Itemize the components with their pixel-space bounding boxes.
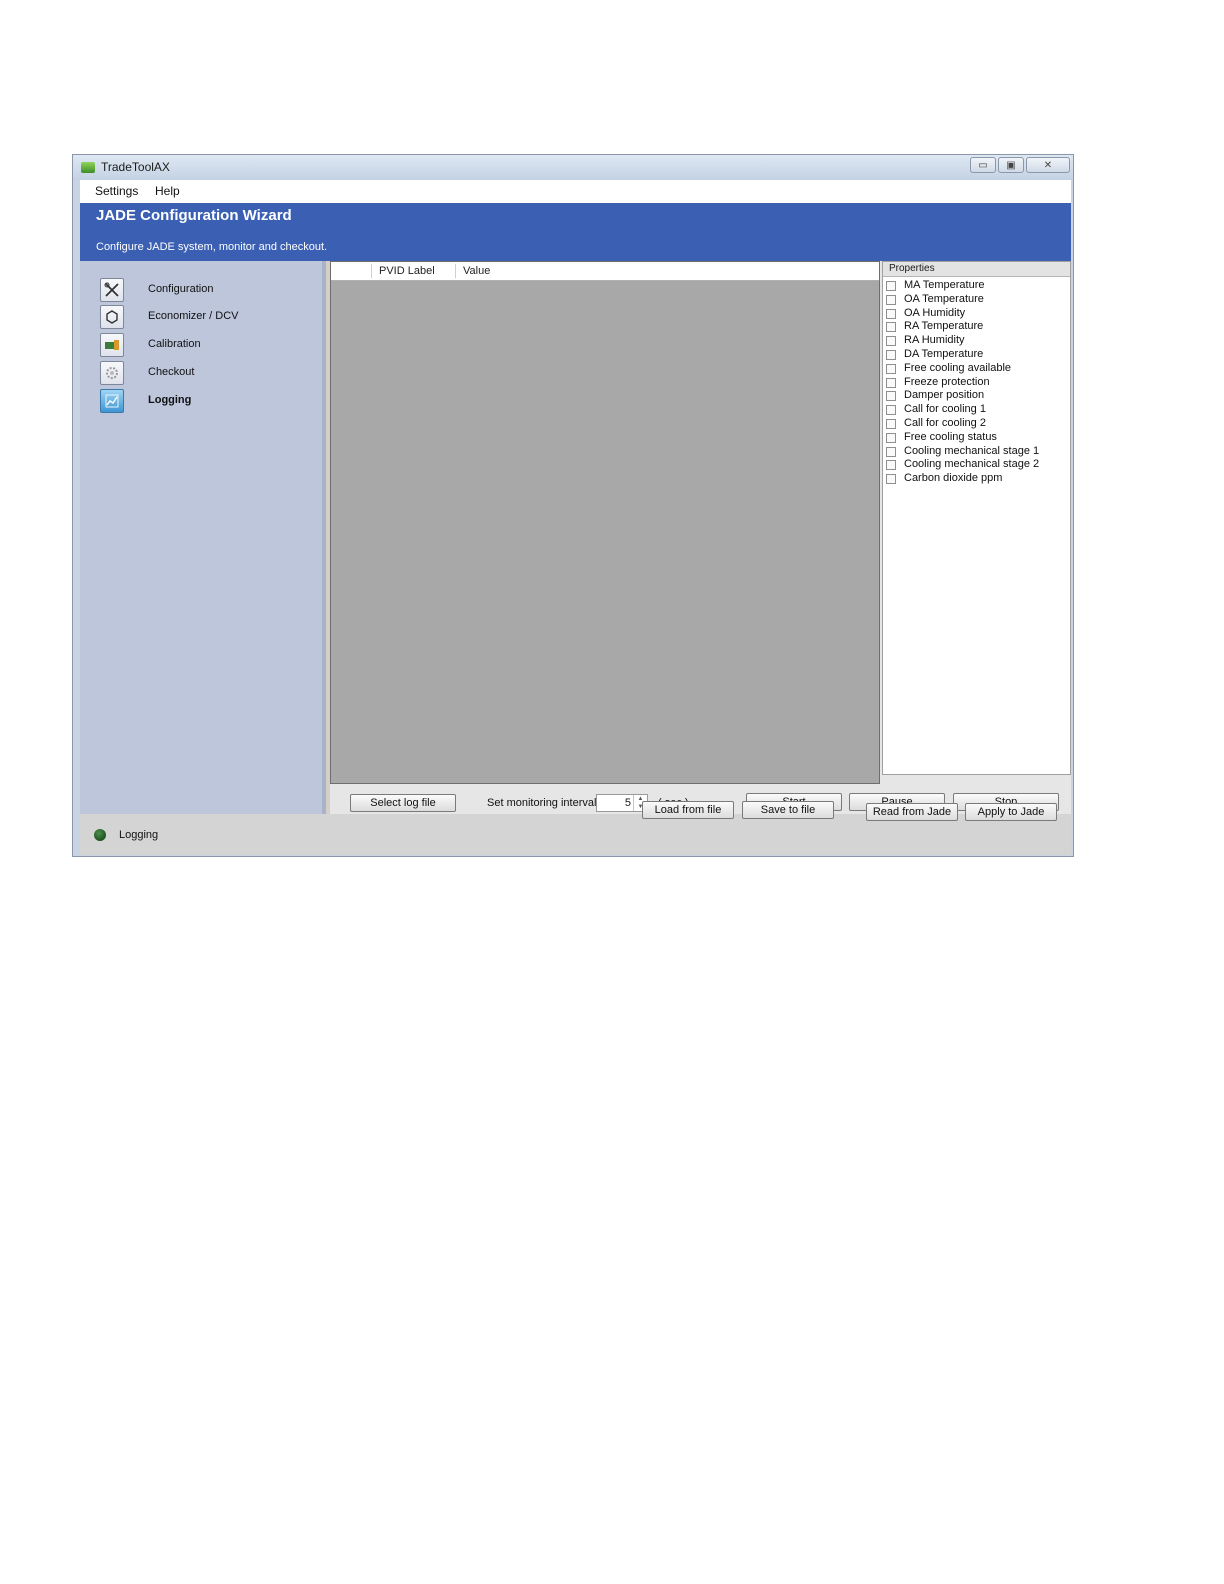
column-header-value[interactable]: Value	[463, 265, 490, 277]
property-checkbox[interactable]	[886, 474, 896, 485]
app-icon	[81, 162, 95, 173]
sidebar-item-label: Configuration	[148, 283, 214, 295]
sidebar-item-configuration[interactable]: Configuration	[100, 278, 310, 302]
property-label: Cooling mechanical stage 1	[904, 444, 1040, 457]
property-row[interactable]: Cooling mechanical stage 1	[886, 445, 1066, 459]
status-text: Logging	[119, 829, 159, 841]
title-bar[interactable]: TradeToolAX ▭ ▣ ✕	[73, 155, 1073, 180]
sidebar-item-label: Checkout	[148, 366, 195, 378]
economizer-icon	[100, 305, 124, 329]
property-row[interactable]: Freeze protection	[886, 376, 1066, 390]
property-checkbox[interactable]	[886, 405, 896, 416]
load-from-file-button[interactable]: Load from file	[642, 801, 734, 819]
property-label: Damper position	[904, 389, 985, 402]
property-label: RA Temperature	[904, 320, 984, 333]
property-row[interactable]: Damper position	[886, 389, 1066, 403]
read-from-jade-button[interactable]: Read from Jade	[866, 803, 958, 821]
maximize-button[interactable]: ▣	[998, 157, 1024, 173]
property-checkbox[interactable]	[886, 294, 896, 305]
property-row[interactable]: Free cooling status	[886, 431, 1066, 445]
apply-to-jade-button[interactable]: Apply to Jade	[965, 803, 1057, 821]
property-checkbox[interactable]	[886, 432, 896, 443]
sidebar-item-logging[interactable]: Logging	[100, 389, 310, 413]
status-bar: Logging Load from file Save to file Read…	[80, 801, 1071, 855]
status-led-icon	[94, 829, 106, 841]
property-label: Freeze protection	[904, 375, 990, 388]
property-checkbox[interactable]	[886, 322, 896, 333]
property-label: Free cooling status	[904, 430, 997, 443]
interval-label: Set monitoring interval	[487, 797, 597, 809]
save-to-file-button[interactable]: Save to file	[742, 801, 834, 819]
property-checkbox[interactable]	[886, 419, 896, 429]
menu-bar: Settings Help	[80, 180, 1071, 203]
property-row[interactable]: Call for cooling 2	[886, 417, 1066, 431]
property-checkbox[interactable]	[886, 350, 896, 360]
property-label: Carbon dioxide ppm	[904, 472, 1003, 485]
property-label: RA Humidity	[904, 334, 965, 347]
property-row[interactable]: MA Temperature	[886, 279, 1066, 293]
tools-icon	[100, 278, 124, 302]
property-checkbox[interactable]	[886, 308, 896, 319]
logging-icon	[100, 389, 124, 413]
column-separator	[371, 264, 372, 278]
property-checkbox[interactable]	[886, 363, 896, 374]
property-label: MA Temperature	[904, 279, 985, 291]
property-row[interactable]: RA Humidity	[886, 334, 1066, 348]
column-header-pvid-label[interactable]: PVID Label	[379, 265, 435, 277]
properties-title: Properties	[883, 262, 1070, 277]
property-row[interactable]: DA Temperature	[886, 348, 1066, 362]
property-row[interactable]: OA Humidity	[886, 307, 1066, 321]
select-log-file-button[interactable]: Select log file	[350, 794, 456, 812]
property-label: OA Humidity	[904, 306, 966, 319]
property-label: DA Temperature	[904, 348, 984, 360]
property-checkbox[interactable]	[886, 460, 896, 471]
menu-help[interactable]: Help	[155, 184, 180, 198]
property-checkbox[interactable]	[886, 377, 896, 388]
minimize-button[interactable]: ▭	[970, 157, 996, 173]
interval-value: 5	[624, 797, 631, 809]
interval-spinner[interactable]: 5 ▲ ▼	[596, 794, 648, 812]
gear-icon	[100, 361, 124, 385]
property-row[interactable]: OA Temperature	[886, 293, 1066, 307]
app-window: TradeToolAX ▭ ▣ ✕ Settings Help JADE Con…	[72, 154, 1074, 857]
sidebar: Configuration Economizer / DCV Calibrati…	[80, 261, 326, 814]
property-row[interactable]: Free cooling available	[886, 362, 1066, 376]
property-row[interactable]: Carbon dioxide ppm	[886, 472, 1066, 486]
data-grid[interactable]: PVID Label Value	[330, 261, 880, 784]
sidebar-item-label: Economizer / DCV	[148, 310, 239, 322]
menu-settings[interactable]: Settings	[95, 184, 138, 198]
banner-subtitle: Configure JADE system, monitor and check…	[96, 241, 328, 253]
property-checkbox[interactable]	[886, 446, 896, 457]
property-row[interactable]: RA Temperature	[886, 320, 1066, 334]
property-label: Cooling mechanical stage 2	[904, 458, 1040, 471]
window-title: TradeToolAX	[101, 160, 170, 174]
sidebar-item-label: Calibration	[148, 338, 201, 350]
property-checkbox[interactable]	[886, 391, 896, 402]
header-banner: JADE Configuration Wizard Configure JADE…	[80, 203, 1071, 261]
property-checkbox[interactable]	[886, 336, 896, 347]
sidebar-item-label: Logging	[148, 394, 192, 406]
calibration-icon	[100, 333, 124, 357]
property-label: Free cooling available	[904, 361, 1012, 374]
banner-title: JADE Configuration Wizard	[96, 207, 292, 224]
property-row[interactable]: Cooling mechanical stage 2	[886, 458, 1066, 472]
properties-panel: Properties MA Temperature OA Temperature O…	[882, 261, 1071, 775]
client-area: Settings Help JADE Configuration Wizard …	[80, 180, 1071, 855]
property-label: OA Temperature	[904, 292, 984, 305]
property-label: Call for cooling 1	[904, 403, 986, 416]
close-button[interactable]: ✕	[1026, 157, 1070, 173]
sidebar-item-calibration[interactable]: Calibration	[100, 333, 310, 357]
property-label: Call for cooling 2	[904, 417, 986, 429]
sidebar-item-economizer[interactable]: Economizer / DCV	[100, 305, 310, 329]
logging-panel: PVID Label Value Properties MA Temperatu…	[330, 261, 1071, 814]
grid-header: PVID Label Value	[331, 262, 879, 281]
column-separator	[455, 264, 456, 278]
property-row[interactable]: Call for cooling 1	[886, 403, 1066, 417]
property-checkbox[interactable]	[886, 281, 896, 291]
sidebar-item-checkout[interactable]: Checkout	[100, 361, 310, 385]
